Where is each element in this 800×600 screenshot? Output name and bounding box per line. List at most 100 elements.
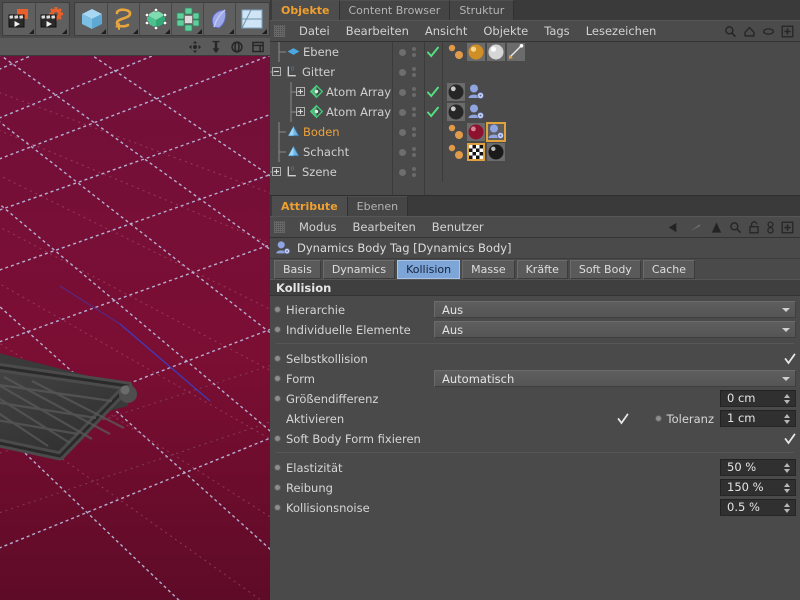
chevron-down-icon[interactable] <box>782 376 790 381</box>
object-row[interactable]: Ebene <box>270 42 800 62</box>
object-tags-cell[interactable] <box>442 82 800 102</box>
panel-grip[interactable] <box>274 221 285 233</box>
param-animate-bullet[interactable] <box>274 484 281 491</box>
tab-attribute[interactable]: Attribute <box>272 196 348 216</box>
back-arrow-icon[interactable] <box>668 221 683 234</box>
stepper-arrows-icon[interactable] <box>782 412 791 425</box>
object-enabled-cell[interactable] <box>424 122 442 142</box>
param-animate-bullet[interactable] <box>274 375 281 382</box>
scale-camera-icon[interactable] <box>209 40 223 54</box>
tab-masse[interactable]: Masse <box>462 260 515 279</box>
object-row[interactable]: Atom Array <box>270 102 800 122</box>
object-tags-cell[interactable] <box>442 162 800 182</box>
object-row[interactable]: 0 Szene <box>270 162 800 182</box>
object-enabled-cell[interactable] <box>424 162 442 182</box>
chevron-down-icon[interactable] <box>782 327 790 332</box>
viewport-canvas[interactable] <box>0 56 270 600</box>
tab-content-browser[interactable]: Content Browser <box>339 0 451 20</box>
object-name-cell[interactable]: Atom Array <box>270 102 392 122</box>
object-visibility-dots[interactable] <box>392 142 424 162</box>
tag-slot[interactable] <box>447 123 465 141</box>
object-visibility-dots[interactable] <box>392 42 424 62</box>
checkmark-icon[interactable] <box>784 433 796 445</box>
editor-visibility-dot[interactable] <box>399 68 406 76</box>
viewport[interactable] <box>0 38 270 600</box>
maximize-view-icon[interactable] <box>251 40 265 54</box>
object-row[interactable]: Schacht <box>270 142 800 162</box>
up-arrow-icon[interactable] <box>710 221 723 234</box>
object-visibility-dots[interactable] <box>392 162 424 182</box>
enabled-check-icon[interactable] <box>427 46 439 58</box>
object-row[interactable]: 0 Gitter <box>270 62 800 82</box>
checkbox-aktivieren[interactable] <box>617 413 629 425</box>
render-visibility-dots[interactable] <box>412 67 416 77</box>
collapse-icon[interactable] <box>272 67 281 76</box>
object-enabled-cell[interactable] <box>424 42 442 62</box>
render-visibility-dots[interactable] <box>412 47 416 57</box>
tag-slot[interactable] <box>467 103 485 121</box>
lock-icon[interactable] <box>748 220 760 234</box>
tab-kollision[interactable]: Kollision <box>397 260 461 279</box>
tag-slot[interactable] <box>447 83 465 101</box>
object-visibility-dots[interactable] <box>392 102 424 122</box>
scene-button[interactable] <box>236 3 268 35</box>
object-tags-cell[interactable] <box>442 62 800 82</box>
object-manager[interactable]: Ebene 0 Gitter Atom Array Atom Array Bod… <box>270 42 800 196</box>
render-settings-button[interactable] <box>36 3 68 35</box>
object-visibility-dots[interactable] <box>392 62 424 82</box>
object-name-cell[interactable]: 0 Szene <box>270 162 392 182</box>
tag-slot[interactable] <box>467 83 485 101</box>
editor-visibility-dot[interactable] <box>399 168 406 176</box>
menu-tags[interactable]: Tags <box>536 20 577 42</box>
param-animate-bullet[interactable] <box>274 504 281 511</box>
param-animate-bullet[interactable] <box>274 395 281 402</box>
search-icon[interactable] <box>724 25 737 38</box>
checkbox-selbstkollision[interactable] <box>784 353 796 365</box>
editor-visibility-dot[interactable] <box>399 48 406 56</box>
tab-basis[interactable]: Basis <box>274 260 321 279</box>
enabled-check-icon[interactable] <box>427 106 439 118</box>
number-field-kollisionsnoise[interactable]: 0.5 % <box>720 499 796 516</box>
stepper-arrows-icon[interactable] <box>782 461 791 474</box>
expand-icon[interactable] <box>296 107 305 116</box>
menu-ansicht[interactable]: Ansicht <box>417 20 475 42</box>
tag-slot[interactable] <box>487 143 505 161</box>
object-visibility-dots[interactable] <box>392 122 424 142</box>
tag-slot[interactable] <box>447 43 465 61</box>
forward-arrow-icon[interactable] <box>689 221 704 234</box>
editor-visibility-dot[interactable] <box>399 88 406 96</box>
tab-ebenen[interactable]: Ebenen <box>347 196 409 216</box>
tag-slot[interactable] <box>467 43 485 61</box>
menu-bearbeiten[interactable]: Bearbeiten <box>338 20 417 42</box>
checkbox-soft-body-form-fixieren[interactable] <box>784 433 796 445</box>
object-row[interactable]: Boden <box>270 122 800 142</box>
home-icon[interactable] <box>743 25 756 38</box>
editor-visibility-dot[interactable] <box>399 108 406 116</box>
search-icon[interactable] <box>729 221 742 234</box>
stepper-arrows-icon[interactable] <box>782 501 791 514</box>
object-name-cell[interactable]: Atom Array <box>270 82 392 102</box>
tag-slot[interactable] <box>467 123 485 141</box>
number-field-elastizitaet[interactable]: 50 % <box>720 459 796 476</box>
menu-benutzer[interactable]: Benutzer <box>424 216 492 238</box>
tag-slot[interactable] <box>487 43 505 61</box>
dropdown-hierarchie[interactable]: Aus <box>434 301 796 318</box>
render-visibility-dots[interactable] <box>412 107 416 117</box>
tab-cache[interactable]: Cache <box>642 260 696 279</box>
checkmark-icon[interactable] <box>617 413 629 425</box>
enabled-check-icon[interactable] <box>427 86 439 98</box>
tab-objekte[interactable]: Objekte <box>272 0 340 20</box>
dropdown-form[interactable]: Automatisch <box>434 370 796 387</box>
cube-button[interactable] <box>76 3 108 35</box>
menu-objekte[interactable]: Objekte <box>475 20 536 42</box>
object-visibility-dots[interactable] <box>392 82 424 102</box>
object-name-cell[interactable]: Ebene <box>270 42 392 62</box>
rotate-camera-icon[interactable] <box>230 40 244 54</box>
nurbs-button[interactable] <box>140 3 172 35</box>
menu-lesezeichen[interactable]: Lesezeichen <box>578 20 665 42</box>
object-enabled-cell[interactable] <box>424 102 442 122</box>
tab-kraefte[interactable]: Kräfte <box>516 260 568 279</box>
param-animate-bullet[interactable] <box>274 464 281 471</box>
deformer-button[interactable] <box>204 3 236 35</box>
tab-struktur[interactable]: Struktur <box>450 0 515 20</box>
